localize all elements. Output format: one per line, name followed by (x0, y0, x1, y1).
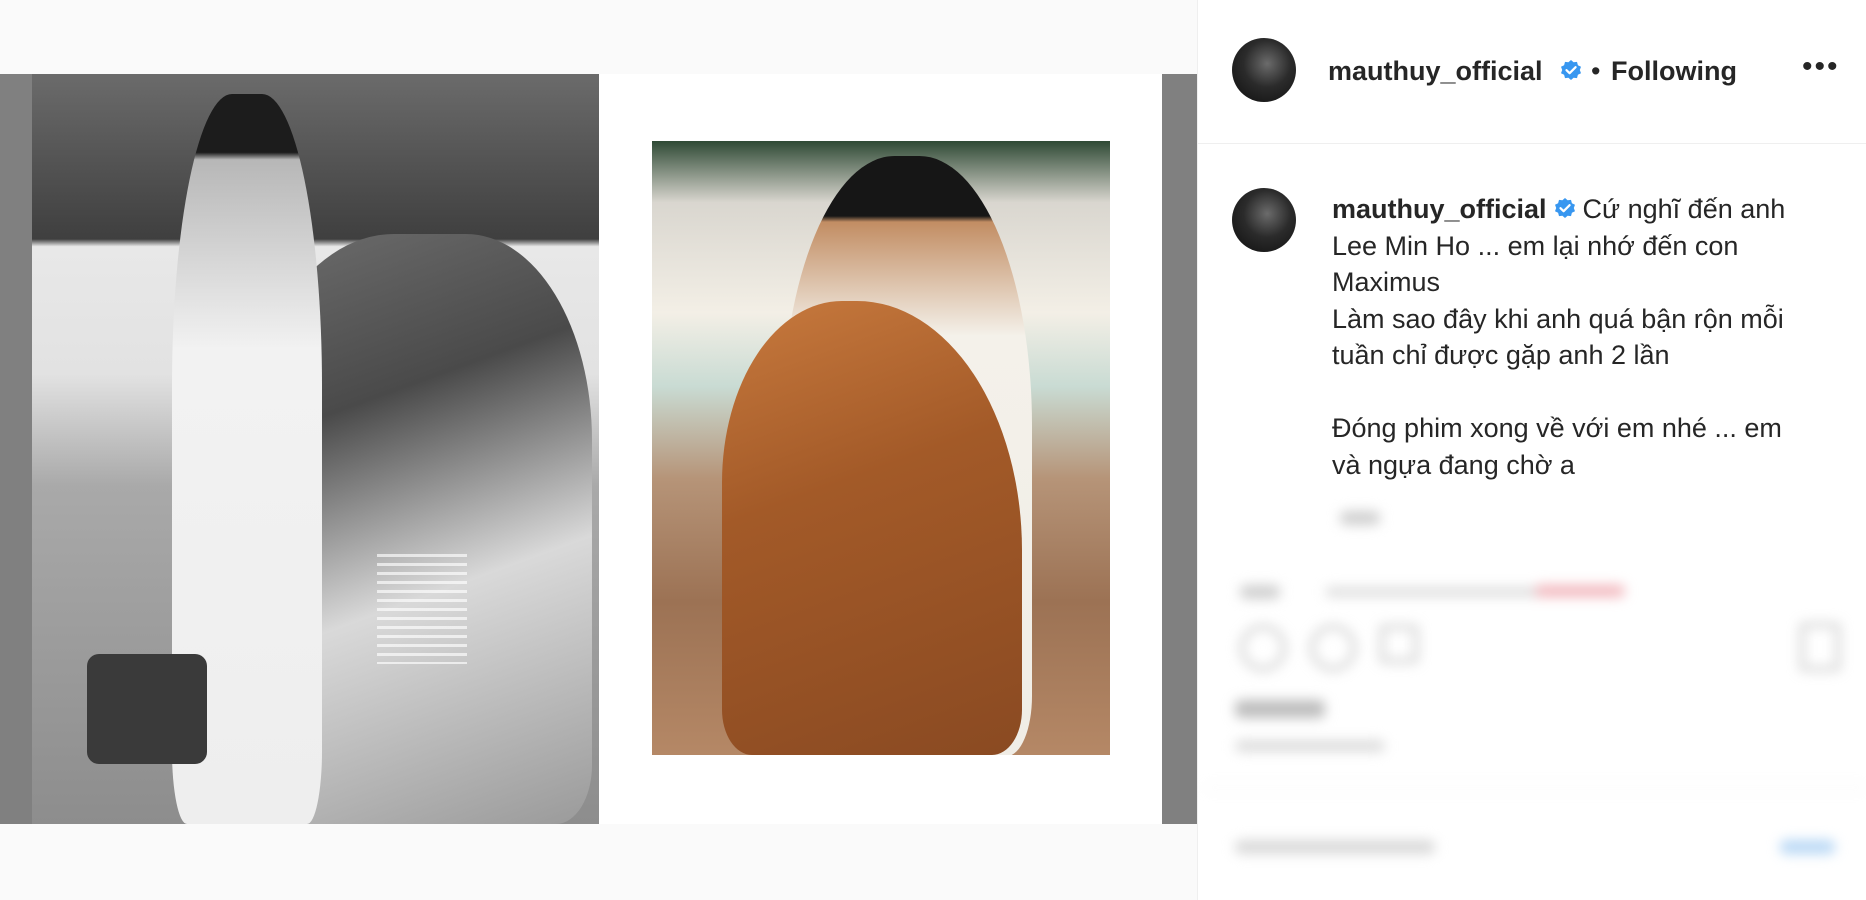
post-media (0, 0, 1197, 900)
blurred-text (1235, 700, 1325, 718)
horse-photo-color (652, 141, 1110, 755)
bookmark-icon[interactable] (1800, 623, 1840, 671)
comment-icon[interactable] (1310, 625, 1356, 671)
blurred-actions-area (1205, 495, 1866, 900)
header-username[interactable]: mauthuy_official (1328, 56, 1543, 87)
magazine-caption-text (377, 554, 467, 664)
magazine-page-left (32, 74, 599, 824)
blurred-text (1780, 840, 1835, 854)
post-header: mauthuy_official • Following ••• (1198, 0, 1866, 144)
blurred-text (1340, 511, 1380, 525)
blurred-text (1235, 840, 1435, 854)
caption: mauthuy_official Cứ nghĩ đến anh Lee Min … (1332, 191, 1832, 483)
separator-dot: • (1591, 56, 1601, 86)
verified-badge-icon (1561, 60, 1581, 80)
divider (1205, 787, 1866, 788)
blurred-text (1325, 587, 1545, 597)
share-icon[interactable] (1380, 625, 1418, 663)
blurred-text (1235, 740, 1385, 752)
caption-body: Cứ nghĩ đến anh Lee Min Ho ... em lại nh… (1332, 194, 1786, 480)
more-options-icon[interactable]: ••• (1802, 52, 1840, 82)
blurred-text (1240, 585, 1280, 599)
caption-username[interactable]: mauthuy_official (1332, 194, 1547, 224)
like-icon[interactable] (1240, 625, 1286, 671)
blurred-text (1535, 585, 1625, 597)
handbag-image (87, 654, 207, 764)
caption-verified-badge-icon (1554, 198, 1575, 218)
avatar[interactable] (1232, 38, 1296, 102)
caption-avatar[interactable] (1232, 188, 1296, 252)
following-button[interactable]: Following (1611, 56, 1737, 87)
